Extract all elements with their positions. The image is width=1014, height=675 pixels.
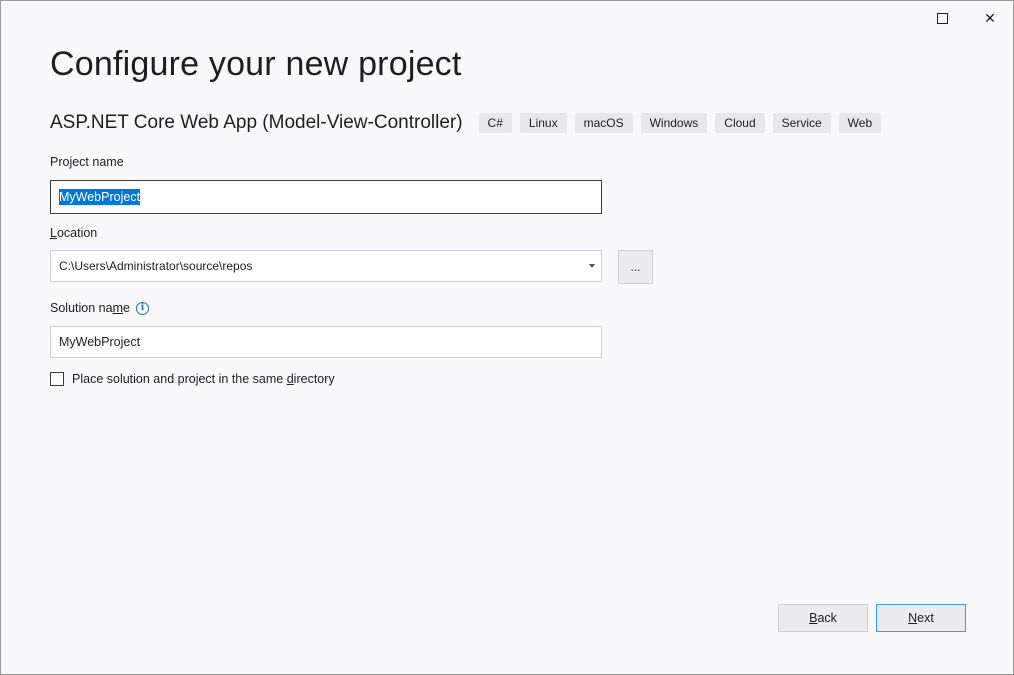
template-name: ASP.NET Core Web App (Model-View-Control…: [50, 112, 463, 133]
same-directory-option[interactable]: Place solution and project in the same d…: [50, 372, 335, 386]
tag-service: Service: [772, 113, 831, 133]
tag-csharp: C#: [478, 113, 512, 133]
close-icon: ✕: [984, 9, 996, 26]
maximize-icon: [936, 12, 948, 24]
page-title: Configure your new project: [50, 45, 462, 83]
solution-name-input[interactable]: MyWebProject: [50, 326, 602, 358]
template-header: ASP.NET Core Web App (Model-View-Control…: [50, 111, 889, 135]
close-button[interactable]: ✕: [967, 1, 1013, 35]
tag-macos: macOS: [574, 113, 633, 133]
same-directory-label: Place solution and project in the same d…: [72, 372, 335, 386]
solution-name-label: Solution name i: [50, 301, 149, 316]
browse-button[interactable]: ...: [618, 250, 653, 284]
tag-cloud: Cloud: [715, 113, 765, 133]
dialog-window: ✕ Configure your new project ASP.NET Cor…: [0, 0, 1014, 675]
solution-name-value: MyWebProject: [59, 335, 141, 349]
back-button[interactable]: Back: [778, 604, 868, 632]
project-name-label: Project name: [50, 155, 124, 169]
tag-web: Web: [838, 113, 882, 133]
project-name-input[interactable]: MyWebProject: [50, 180, 602, 214]
next-button[interactable]: Next: [876, 604, 966, 632]
info-icon[interactable]: i: [135, 302, 149, 316]
location-combobox[interactable]: C:\Users\Administrator\source\repos: [50, 250, 602, 282]
location-value: C:\Users\Administrator\source\repos: [59, 259, 253, 273]
tag-linux: Linux: [519, 113, 567, 133]
location-label: Location: [50, 226, 98, 240]
chevron-down-icon[interactable]: [589, 264, 595, 268]
project-name-value: MyWebProject: [59, 189, 141, 205]
tag-windows: Windows: [640, 113, 708, 133]
maximize-button[interactable]: [919, 1, 965, 35]
same-directory-checkbox[interactable]: [50, 372, 64, 386]
